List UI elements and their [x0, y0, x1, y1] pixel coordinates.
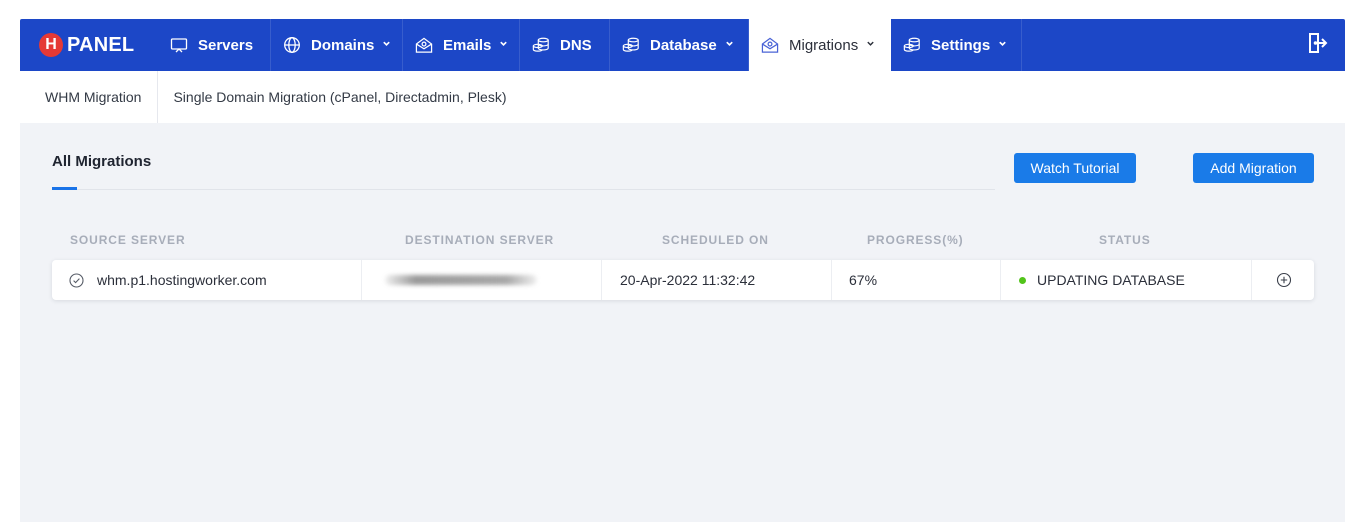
subnav-single-domain-migration[interactable]: Single Domain Migration (cPanel, Directa…	[158, 71, 522, 123]
chevron-down-icon	[998, 39, 1007, 51]
nav-item-dns[interactable]: DNS	[520, 19, 610, 71]
column-header-progress: PROGRESS(%)	[867, 233, 964, 247]
column-header-destination: DESTINATION SERVER	[405, 233, 555, 247]
database-stack-icon	[903, 36, 921, 54]
chevron-down-icon	[725, 39, 734, 51]
envelope-icon	[415, 36, 433, 54]
database-stack-icon	[622, 36, 640, 54]
nav-item-settings[interactable]: Settings	[891, 19, 1022, 71]
tabs-row: All Migrations	[52, 153, 995, 190]
add-migration-button[interactable]: Add Migration	[1193, 153, 1314, 183]
nav-item-label: Migrations	[789, 36, 859, 54]
column-header-status: STATUS	[1099, 233, 1151, 247]
globe-icon	[283, 36, 301, 54]
source-server: whm.p1.hostingworker.com	[97, 272, 267, 288]
status-cell: UPDATING DATABASE	[1001, 260, 1252, 300]
chevron-down-icon	[499, 39, 508, 51]
nav-item-servers[interactable]: Servers	[158, 19, 271, 71]
nav-item-database[interactable]: Database	[610, 19, 749, 71]
status-text: UPDATING DATABASE	[1037, 272, 1185, 288]
envelope-icon	[761, 36, 779, 54]
subnav-whm-migration[interactable]: WHM Migration	[20, 71, 159, 123]
progress-value: 67%	[849, 272, 878, 288]
tab-all-migrations[interactable]: All Migrations	[52, 153, 151, 170]
nav-item-label: DNS	[560, 36, 592, 54]
logo-badge: H	[39, 33, 63, 57]
monitor-icon	[170, 36, 188, 54]
redacted-destination	[385, 275, 537, 285]
nav-item-label: Emails	[443, 36, 492, 54]
app-frame: H PANEL Servers Domains Emails DNS Datab…	[20, 19, 1345, 522]
logout-button[interactable]	[1289, 19, 1345, 71]
nav-item-emails[interactable]: Emails	[403, 19, 520, 71]
chevron-down-icon	[866, 39, 875, 51]
progress-cell: 67%	[832, 260, 1001, 300]
database-stack-icon	[532, 36, 550, 54]
sub-navigation: WHM Migration Single Domain Migration (c…	[20, 71, 1345, 123]
top-navbar: H PANEL Servers Domains Emails DNS Datab…	[20, 19, 1345, 71]
scheduled-cell: 20-Apr-2022 11:32:42	[602, 260, 832, 300]
scheduled-on: 20-Apr-2022 11:32:42	[620, 272, 756, 288]
status-dot	[1019, 276, 1026, 284]
check-circle-icon	[69, 272, 84, 288]
watch-tutorial-button[interactable]: Watch Tutorial	[1014, 153, 1136, 183]
nav-item-label: Domains	[311, 36, 375, 54]
source-server-cell: whm.p1.hostingworker.com	[52, 260, 362, 300]
nav-item-label: Settings	[931, 36, 991, 54]
column-header-scheduled: SCHEDULED ON	[662, 233, 769, 247]
logo-text: PANEL	[67, 33, 135, 56]
nav-item-migrations[interactable]: Migrations	[749, 19, 891, 71]
nav-item-label: Database	[650, 36, 717, 54]
table-row[interactable]: whm.p1.hostingworker.com 20-Apr-2022 11:…	[52, 260, 1314, 300]
column-header-source: SOURCE SERVER	[70, 233, 186, 247]
hpanel-logo[interactable]: H PANEL	[20, 19, 158, 71]
nav-item-label: Servers	[198, 36, 254, 54]
destination-server-cell	[362, 260, 602, 300]
logout-icon	[1306, 32, 1328, 59]
chevron-down-icon	[382, 39, 391, 51]
table-header: SOURCE SERVER DESTINATION SERVER SCHEDUL…	[52, 233, 1314, 249]
active-tab-indicator	[52, 187, 77, 190]
expand-cell	[1252, 260, 1314, 300]
expand-plus-icon[interactable]	[1276, 272, 1292, 288]
nav-item-domains[interactable]: Domains	[271, 19, 403, 71]
